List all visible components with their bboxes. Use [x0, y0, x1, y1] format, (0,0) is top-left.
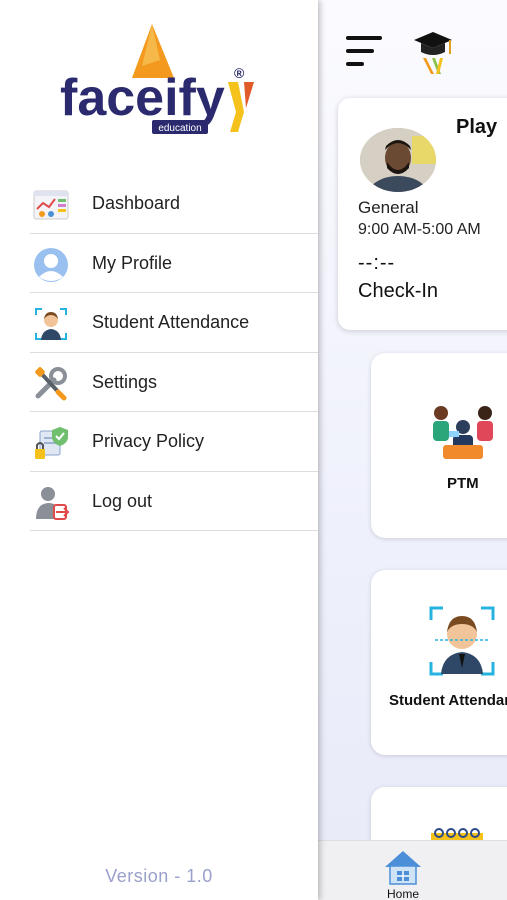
svg-text:®: ®: [234, 65, 245, 81]
student-attendance-icon: [35, 308, 67, 340]
menu-label-privacy-policy: Privacy Policy: [92, 431, 205, 451]
menu-label-dashboard: Dashboard: [92, 193, 181, 213]
home-label: Home: [386, 887, 419, 900]
check-in-time: --:--: [358, 252, 396, 274]
shift-name: General: [358, 198, 419, 217]
profile-icon: [34, 247, 68, 282]
menu-item-my-profile[interactable]: My Profile: [30, 234, 318, 293]
faceify-logo: faceify ® education: [60, 24, 254, 134]
drawer-menu: Dashboard My Profile Student Attendance …: [30, 174, 318, 531]
graduation-cap-logo-icon: [414, 32, 452, 74]
app-screen: Play General 9:00 AM-5:00 AM --:-- Check…: [0, 0, 507, 900]
settings-icon: [35, 366, 67, 400]
menu-item-student-attendance[interactable]: Student Attendance: [30, 293, 318, 353]
menu-item-privacy-policy[interactable]: Privacy Policy: [30, 412, 318, 472]
menu-item-settings[interactable]: Settings: [30, 353, 318, 412]
student-attendance-icon: [429, 606, 495, 676]
menu-item-dashboard[interactable]: Dashboard: [30, 174, 318, 234]
ptm-tile[interactable]: PTM: [371, 353, 507, 538]
menu-toggle-icon[interactable]: [346, 36, 384, 68]
menu-label-log-out: Log out: [92, 490, 153, 511]
user-avatar: [360, 128, 436, 192]
main-screen: Play General 9:00 AM-5:00 AM --:-- Check…: [318, 0, 507, 900]
menu-label-my-profile: My Profile: [92, 252, 173, 273]
check-in-label: Check-In: [358, 280, 439, 302]
main-header: [318, 0, 507, 90]
navigation-drawer: faceify ® education Dashboard My Profile…: [0, 0, 318, 900]
svg-text:faceify: faceify: [60, 69, 225, 127]
home-nav-button[interactable]: Home: [380, 845, 426, 900]
logout-icon: [36, 486, 70, 520]
ptm-icon: [433, 406, 493, 459]
menu-label-student-attendance: Student Attendance: [92, 312, 250, 332]
privacy-policy-icon: [35, 427, 68, 459]
attendance-card[interactable]: Play General 9:00 AM-5:00 AM --:-- Check…: [338, 98, 507, 330]
shift-time: 9:00 AM-5:00 AM: [358, 221, 481, 238]
svg-text:education: education: [158, 123, 201, 134]
app-version: Version - 1.0: [105, 866, 213, 886]
student-attendance-tile[interactable]: Student Attendance: [371, 570, 507, 755]
home-icon: [385, 851, 421, 885]
bottom-navigation: Home: [318, 840, 507, 900]
dashboard-icon: [33, 190, 69, 220]
ptm-label: PTM: [447, 475, 479, 492]
card-title: Play: [456, 116, 498, 138]
student-attendance-label: Student Attendance: [389, 692, 507, 709]
menu-label-settings: Settings: [92, 371, 158, 392]
menu-item-log-out[interactable]: Log out: [30, 472, 318, 531]
